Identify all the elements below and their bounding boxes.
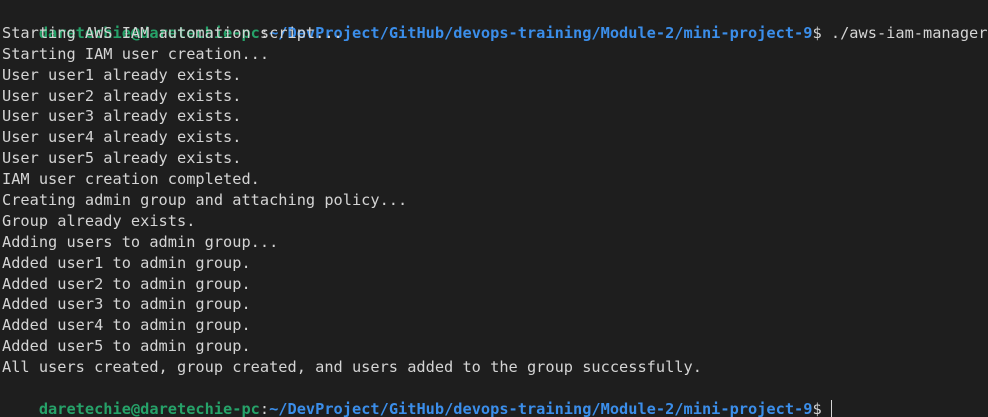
prompt-path: ~/DevProject/GitHub/devops-training/Modu… (269, 399, 813, 417)
text-cursor (830, 399, 832, 417)
output-line: Group already exists. (2, 211, 196, 230)
output-line: Added user1 to admin group. (2, 253, 251, 272)
prompt-user-host: daretechie@daretechie-pc (38, 399, 260, 417)
output-line: Adding users to admin group... (2, 232, 279, 251)
prompt-colon: : (259, 399, 270, 417)
prompt-path: ~/DevProject/GitHub/devops-training/Modu… (269, 23, 813, 42)
output-line: IAM user creation completed. (2, 170, 260, 189)
output-line: User user2 already exists. (2, 86, 242, 105)
command-text: ./aws-iam-manager.sh (830, 23, 988, 42)
output-line: Creating admin group and attaching polic… (2, 191, 408, 210)
output-line: User user5 already exists. (2, 149, 242, 168)
output-line: Added user2 to admin group. (2, 274, 251, 293)
output-line: Starting IAM user creation... (2, 44, 270, 63)
prompt-dollar: $ (812, 399, 831, 417)
output-line: User user1 already exists. (2, 65, 242, 84)
output-line: Added user3 to admin group. (2, 295, 251, 314)
prompt-dollar: $ (812, 23, 831, 42)
active-prompt-line[interactable]: daretechie@daretechie-pc:~/DevProject/Gi… (2, 378, 988, 417)
command-line: daretechie@daretechie-pc:~/DevProject/Gi… (2, 2, 988, 42)
output-line: Added user5 to admin group. (2, 337, 251, 356)
terminal-window[interactable]: daretechie@daretechie-pc:~/DevProject/Gi… (0, 0, 988, 417)
output-line: All users created, group created, and us… (2, 358, 702, 377)
output-line: User user3 already exists. (2, 107, 242, 126)
output-line: Added user4 to admin group. (2, 316, 251, 335)
output-line: User user4 already exists. (2, 128, 242, 147)
